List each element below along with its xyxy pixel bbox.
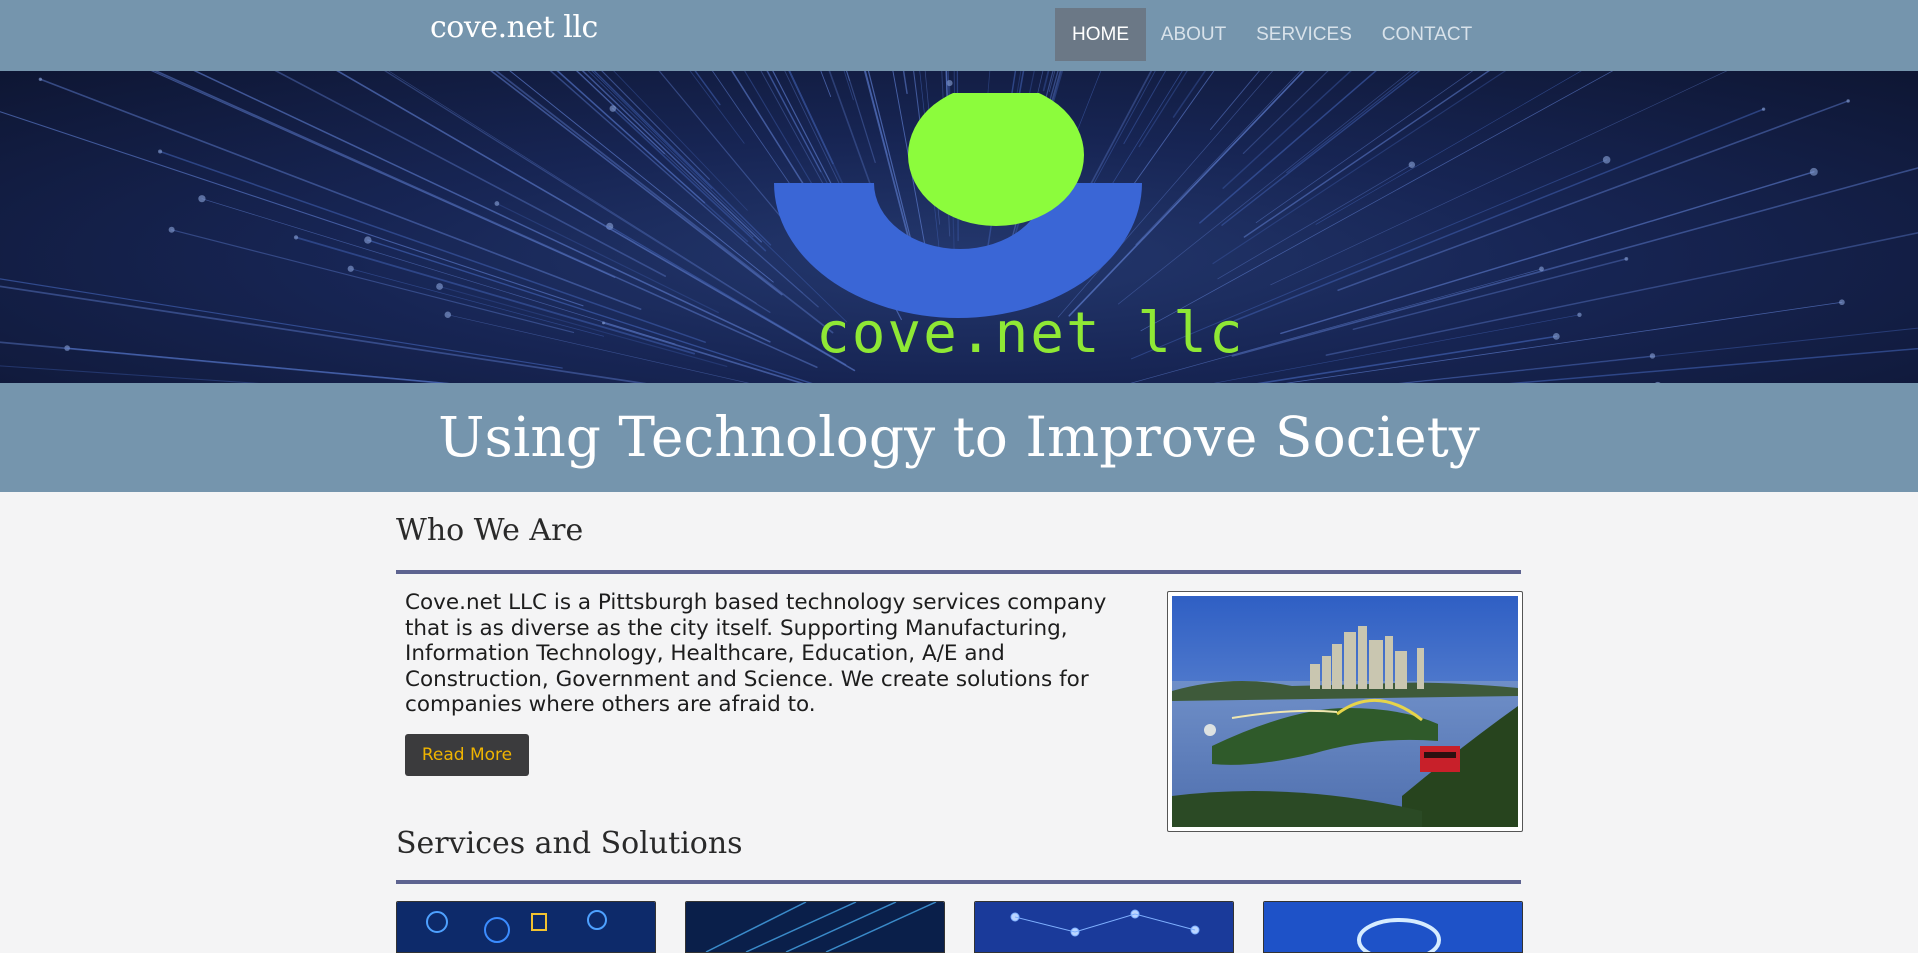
- hero-logo-text: cove.net llc: [816, 301, 1245, 366]
- read-more-button[interactable]: Read More: [405, 734, 529, 776]
- nav-about[interactable]: ABOUT: [1150, 8, 1237, 61]
- who-we-are-title: Who We Are: [396, 513, 584, 548]
- service-card-security[interactable]: [396, 901, 656, 953]
- brand-logo-text[interactable]: cove.net llc: [430, 10, 598, 45]
- network-image: [686, 902, 944, 952]
- security-image: [397, 902, 655, 952]
- top-navbar: cove.net llc HOME ABOUT SERVICES CONTACT: [0, 0, 1918, 71]
- pittsburgh-photo: [1167, 591, 1523, 832]
- hero-banner: cove.net llc: [0, 71, 1918, 383]
- tagline-title: Using Technology to Improve Society: [438, 405, 1480, 469]
- nav-home[interactable]: HOME: [1055, 8, 1146, 61]
- services-title: Services and Solutions: [396, 826, 743, 861]
- nav-contact[interactable]: CONTACT: [1372, 8, 1482, 61]
- tagline-banner: Using Technology to Improve Society: [0, 383, 1918, 492]
- service-card-integration[interactable]: [974, 901, 1234, 953]
- section-divider: [396, 880, 1521, 884]
- nav-services[interactable]: SERVICES: [1252, 8, 1356, 61]
- city-skyline-image: [1172, 596, 1518, 827]
- service-card-cloud[interactable]: [1263, 901, 1523, 953]
- section-divider: [396, 570, 1521, 574]
- about-paragraph: Cove.net LLC is a Pittsburgh based techn…: [405, 590, 1107, 717]
- company-logo-icon: [774, 93, 1142, 318]
- service-card-network[interactable]: [685, 901, 945, 953]
- integration-image: [975, 902, 1233, 952]
- cloud-icon: [1264, 902, 1522, 952]
